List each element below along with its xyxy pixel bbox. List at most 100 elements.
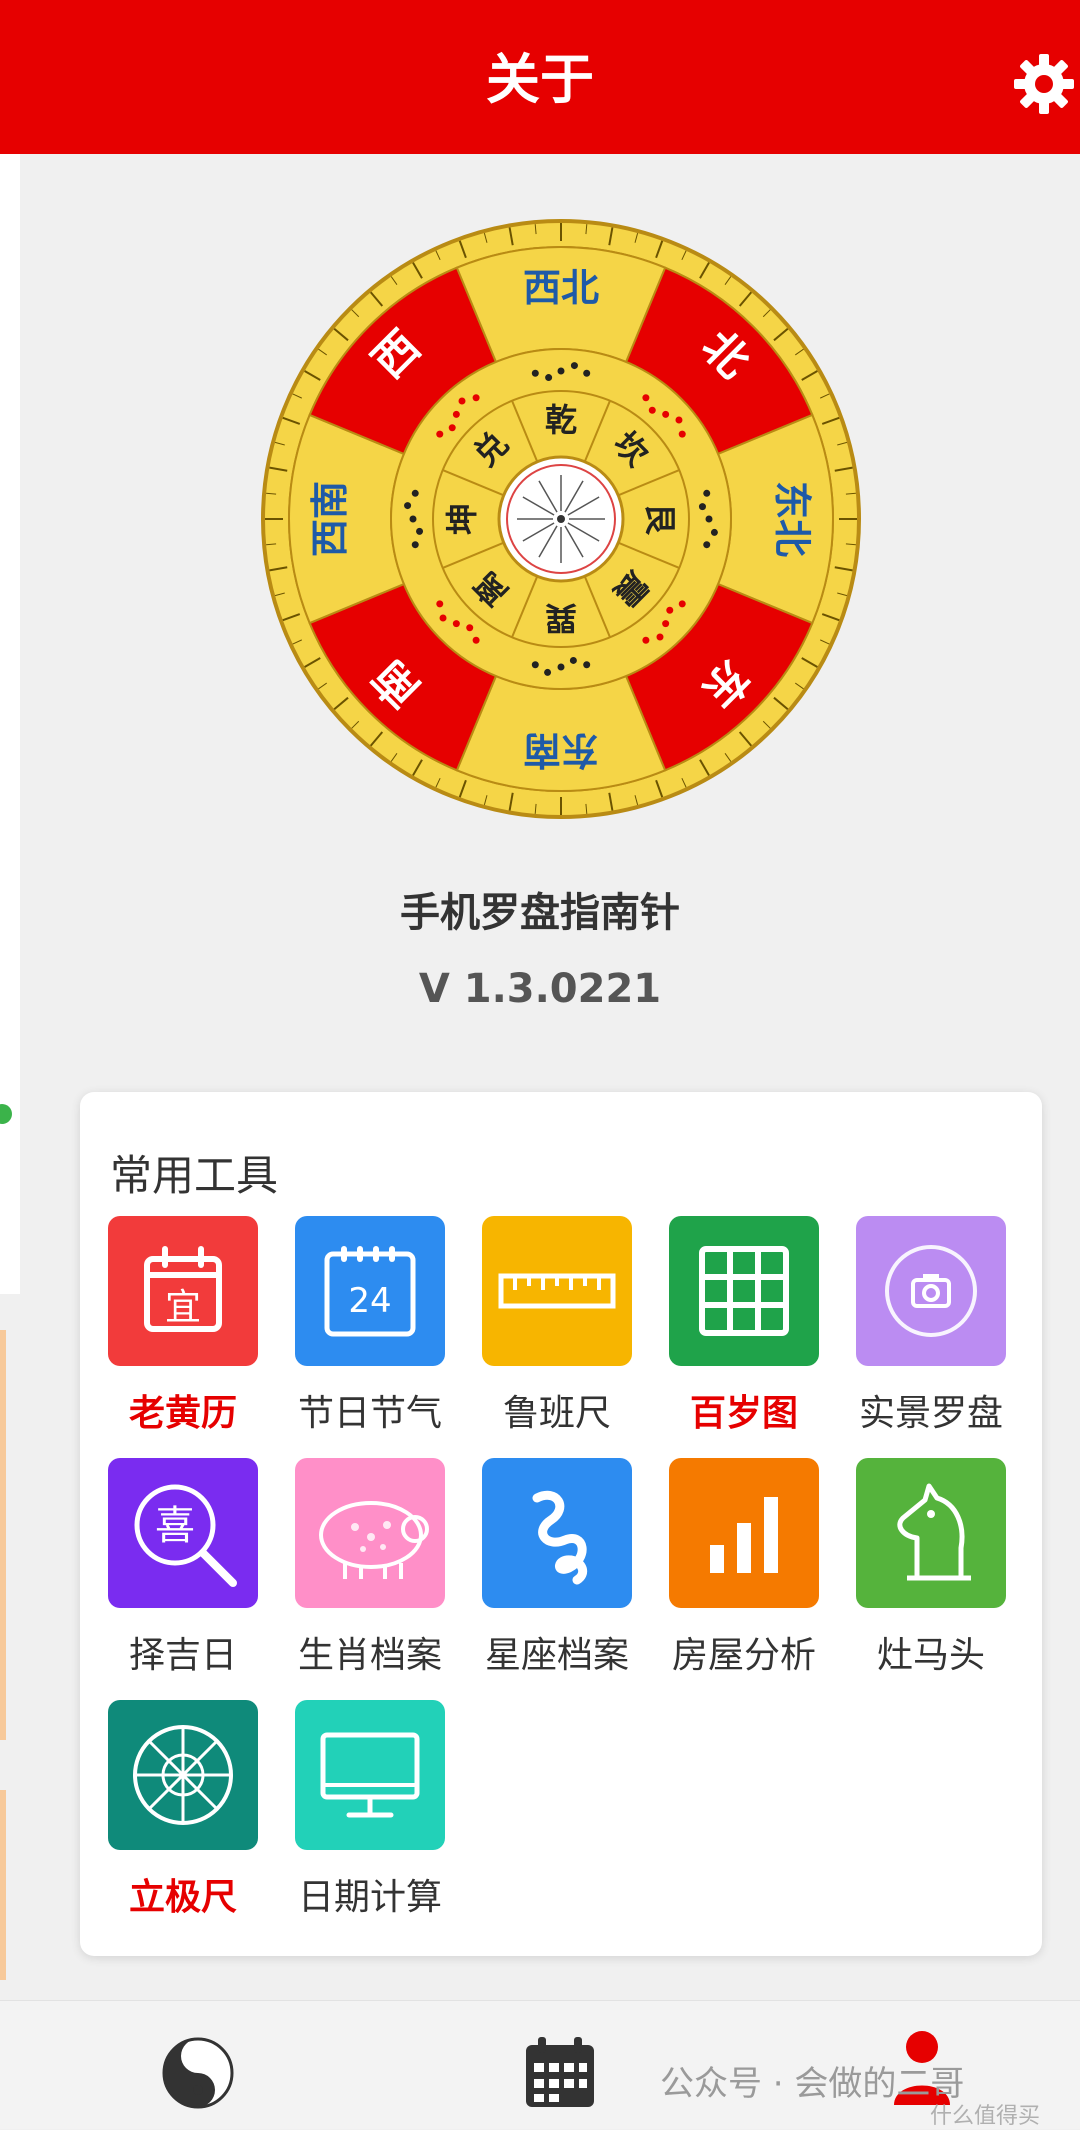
zodiac-icon bbox=[482, 1458, 632, 1608]
tool-ri-qi-ji-suan[interactable]: 日期计算 bbox=[295, 1700, 445, 1920]
tool-label: 星座档案 bbox=[484, 1635, 629, 1676]
compass-star bbox=[404, 502, 412, 510]
top-bar: 关于 bbox=[0, 0, 1080, 154]
compass-star bbox=[656, 633, 664, 641]
svg-text:24: 24 bbox=[348, 1281, 391, 1321]
compass-star bbox=[570, 362, 578, 370]
compass-star bbox=[705, 515, 713, 523]
compass-star bbox=[557, 367, 565, 375]
compass-star bbox=[436, 600, 444, 608]
compass-pivot bbox=[557, 515, 565, 523]
pig-icon bbox=[295, 1458, 445, 1608]
compass-star bbox=[569, 656, 577, 664]
magnifier-xi-icon: 喜 bbox=[108, 1458, 258, 1608]
tool-lu-ban-chi[interactable]: 鲁班尺 bbox=[482, 1216, 632, 1436]
wheel-icon bbox=[108, 1700, 258, 1850]
compass-star bbox=[448, 424, 456, 432]
calendar-24-icon: 24 bbox=[295, 1216, 445, 1366]
tool-lao-huang-li[interactable]: 宜 老黄历 bbox=[108, 1216, 258, 1436]
compass-trigram-label: 艮 bbox=[641, 503, 679, 536]
compass-star bbox=[666, 606, 674, 614]
compass-star bbox=[472, 394, 480, 402]
compass-star bbox=[583, 661, 591, 669]
compass-star bbox=[710, 528, 718, 536]
compass-star bbox=[531, 661, 539, 669]
compass-star bbox=[662, 620, 670, 628]
compass-star bbox=[409, 515, 417, 523]
compass-trigram-label: 乾 bbox=[545, 401, 577, 439]
left-edge-accent bbox=[0, 1790, 6, 1980]
watermark-text-2: 什么值得买 bbox=[930, 2104, 1041, 2129]
tools-card: 常用工具 宜 老黄历 24 节日节气 鲁班尺 百岁图 实景罗盘 喜 择吉日 生肖… bbox=[80, 1092, 1042, 1956]
compass-star bbox=[675, 416, 683, 424]
page-title: 关于 bbox=[486, 48, 594, 111]
compass-star bbox=[411, 489, 419, 497]
tool-label: 房屋分析 bbox=[671, 1635, 816, 1676]
compass-direction-label: 西北 bbox=[523, 266, 599, 310]
compass-star bbox=[452, 620, 460, 628]
compass-star bbox=[531, 369, 539, 377]
tool-zao-ma-tou[interactable]: 灶马头 bbox=[856, 1458, 1006, 1678]
svg-text:喜: 喜 bbox=[155, 1503, 195, 1549]
compass-star bbox=[583, 369, 591, 377]
tool-label: 百岁图 bbox=[689, 1393, 798, 1434]
tool-label: 老黄历 bbox=[128, 1393, 237, 1434]
compass-star bbox=[642, 636, 650, 644]
tool-label: 立极尺 bbox=[128, 1877, 237, 1918]
tool-label: 灶马头 bbox=[876, 1635, 985, 1676]
tool-label: 鲁班尺 bbox=[502, 1393, 611, 1434]
compass-star bbox=[703, 489, 711, 497]
tool-label: 择吉日 bbox=[128, 1635, 237, 1676]
tools-card-title: 常用工具 bbox=[110, 1151, 279, 1200]
compass-star bbox=[436, 430, 444, 438]
tool-label: 生肖档案 bbox=[297, 1635, 442, 1676]
compass-star bbox=[411, 541, 419, 549]
tool-label: 实景罗盘 bbox=[858, 1393, 1003, 1434]
compass-star bbox=[557, 663, 565, 671]
compass-star bbox=[678, 430, 686, 438]
svg-text:宜: 宜 bbox=[165, 1287, 201, 1328]
compass-star bbox=[545, 374, 553, 382]
compass-star bbox=[472, 636, 480, 644]
ruler-icon bbox=[482, 1216, 632, 1366]
compass-star bbox=[648, 406, 656, 414]
app-name: 手机罗盘指南针 bbox=[400, 890, 680, 936]
tool-xing-zuo-dang-an[interactable]: 星座档案 bbox=[482, 1458, 632, 1678]
calendar-icon[interactable] bbox=[522, 2035, 598, 2111]
compass-direction-label: 东北 bbox=[770, 481, 814, 557]
compass-star bbox=[698, 503, 706, 511]
compass-star bbox=[416, 527, 424, 535]
compass-star bbox=[703, 541, 711, 549]
yinyang-icon[interactable] bbox=[160, 2035, 236, 2111]
left-edge-accent bbox=[0, 1330, 6, 1740]
compass-star bbox=[466, 624, 474, 632]
monitor-icon bbox=[295, 1700, 445, 1850]
tool-sheng-xiao-dang-an[interactable]: 生肖档案 bbox=[295, 1458, 445, 1678]
tool-shi-jing-luo-pan[interactable]: 实景罗盘 bbox=[856, 1216, 1006, 1436]
tool-bai-sui-tu[interactable]: 百岁图 bbox=[669, 1216, 819, 1436]
compass-star bbox=[662, 410, 670, 418]
compass-trigram-label: 巽 bbox=[545, 599, 577, 637]
tool-jie-ri-jie-qi[interactable]: 24 节日节气 bbox=[295, 1216, 445, 1436]
gear-icon[interactable] bbox=[1012, 52, 1076, 116]
compass-star bbox=[452, 410, 460, 418]
tool-li-ji-chi[interactable]: 立极尺 bbox=[108, 1700, 258, 1920]
compass-direction-label: 西南 bbox=[308, 481, 352, 557]
compass-star bbox=[544, 668, 552, 676]
compass-star bbox=[458, 397, 466, 405]
compass-dial[interactable]: 北东北东东南南西南西西北坎艮震巽离坤兑乾 bbox=[260, 218, 862, 820]
compass-star bbox=[642, 394, 650, 402]
compass-trigram-label: 坤 bbox=[443, 503, 481, 535]
tool-label: 节日节气 bbox=[297, 1393, 442, 1434]
watermark-text: 公众号 · 会做的二哥 bbox=[660, 2064, 965, 2104]
compass-direction-label: 东南 bbox=[523, 728, 599, 772]
app-version: V 1.3.0221 bbox=[418, 966, 662, 1012]
horse-icon bbox=[856, 1458, 1006, 1608]
tool-ze-ji-ri[interactable]: 喜 择吉日 bbox=[108, 1458, 258, 1678]
grid-icon bbox=[669, 1216, 819, 1366]
tool-label: 日期计算 bbox=[297, 1877, 442, 1918]
compass-star bbox=[439, 614, 447, 622]
compass-star bbox=[678, 600, 686, 608]
tool-fang-wu-fen-xi[interactable]: 房屋分析 bbox=[669, 1458, 819, 1678]
camera-icon bbox=[856, 1216, 1006, 1366]
